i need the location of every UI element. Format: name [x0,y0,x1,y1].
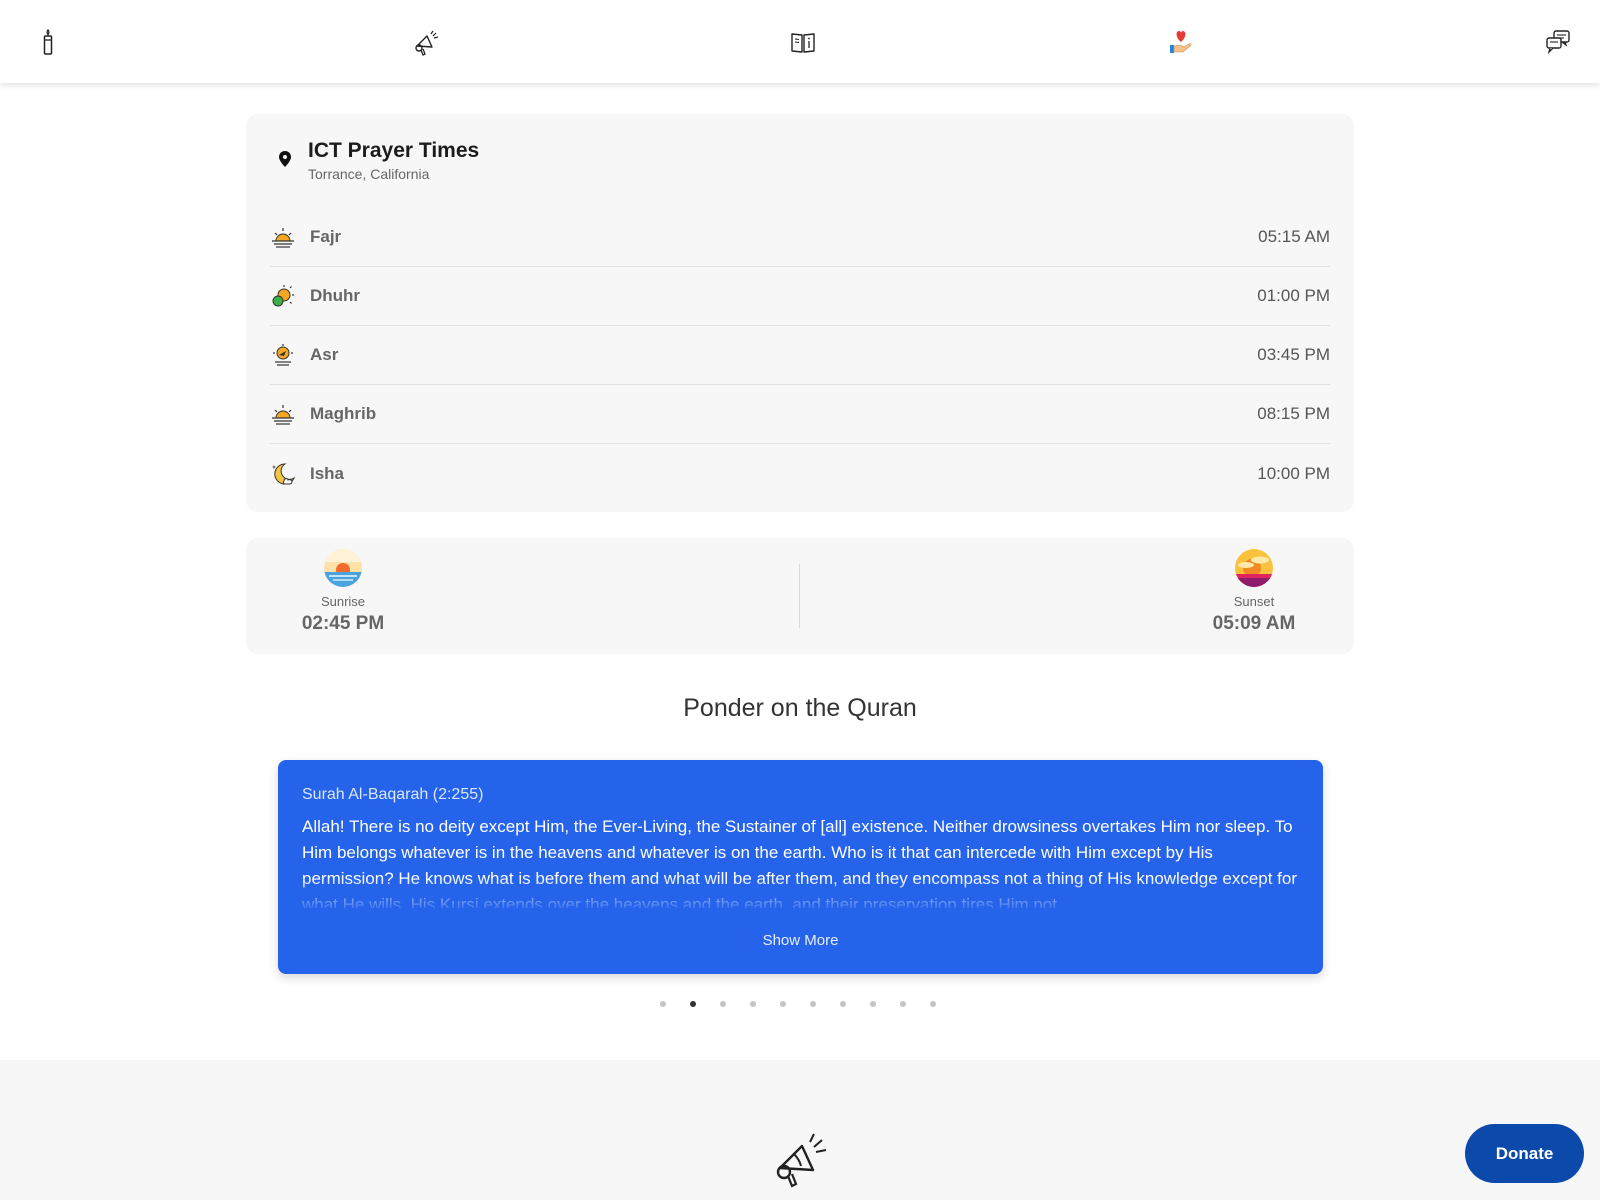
prayer-time: 08:15 PM [1257,404,1330,423]
prayer-card-title: ICT Prayer Times [308,139,480,162]
night-moon-icon [272,462,296,484]
verse-reference: Surah Al-Baqarah (2:255) [302,786,484,803]
nav-donate-button[interactable] [1165,26,1197,58]
sunset-block: Sunset 05:09 AM [1194,548,1314,635]
nav-messages-button[interactable] [1542,26,1574,58]
donate-button[interactable]: Donate [1465,1124,1584,1183]
sun-divider [799,564,800,628]
sunrise-time: 02:45 PM [301,613,385,634]
sunset-icon [272,405,294,425]
nav-learning-button[interactable] [787,26,819,58]
prayer-row-isha: Isha 10:00 PM [270,444,1330,503]
prayer-row-asr: Asr 03:45 PM [270,326,1330,385]
prayer-time: 10:00 PM [1257,463,1330,483]
carousel-dot[interactable] [660,1001,666,1007]
carousel-dot[interactable] [780,1001,786,1007]
sunset-label: Sunset [1233,594,1275,609]
location-pin-icon [279,151,291,167]
candle-icon [43,28,53,55]
prayer-times-card: ICT Prayer Times Torrance, California Fa… [246,114,1354,512]
afternoon-sun-icon [273,344,293,366]
sunset-image-icon [1235,549,1273,587]
sunrise-label: Sunrise [320,594,366,609]
megaphone-icon [776,1133,827,1188]
charity-heart-icon [1169,30,1191,53]
prayer-list: Fajr 05:15 AM Dhuhr 01:00 PM Asr 03:45 P… [270,208,1330,503]
carousel-dot[interactable] [930,1001,936,1007]
sunset-time: 05:09 AM [1212,613,1296,634]
carousel-dot[interactable] [870,1001,876,1007]
prayer-time: 01:00 PM [1257,286,1330,305]
megaphone-icon [414,30,438,56]
prayer-row-maghrib: Maghrib 08:15 PM [270,385,1330,444]
carousel-dot-active[interactable] [690,1001,696,1007]
midday-sun-icon [272,285,294,307]
prayer-name: Asr [310,345,339,364]
prayer-name: Dhuhr [310,286,361,305]
carousel-dots [660,1001,936,1007]
prayer-time: 03:45 PM [1257,345,1330,364]
top-nav [0,0,1600,83]
prayer-row-dhuhr: Dhuhr 01:00 PM [270,267,1330,326]
nav-announcements-button[interactable] [410,26,442,58]
sunrise-block: Sunrise 02:45 PM [283,548,403,635]
carousel-dot[interactable] [840,1001,846,1007]
book-icon [791,32,815,53]
verse-card: Surah Al-Baqarah (2:255) Allah! There is… [278,760,1323,974]
sunrise-sunset-card: Sunrise 02:45 PM Sunset 05:09 AM [246,538,1354,654]
prayer-time: 05:15 AM [1258,227,1330,246]
prayer-card-location: Torrance, California [308,166,430,182]
prayer-name: Maghrib [310,404,377,423]
quran-section-title: Ponder on the Quran [683,694,917,722]
prayer-name: Fajr [310,227,342,246]
dawn-icon [272,228,294,248]
verse-text: Allah! There is no deity except Him, the… [302,817,1298,908]
show-more-button[interactable]: Show More [278,932,1323,949]
sunrise-image-icon [324,549,362,587]
carousel-dot[interactable] [720,1001,726,1007]
carousel-dot[interactable] [810,1001,816,1007]
chat-bubbles-icon [1546,29,1570,54]
prayer-row-fajr: Fajr 05:15 AM [270,208,1330,267]
prayer-name: Isha [310,463,345,483]
nav-candle-button[interactable] [32,26,64,58]
carousel-dot[interactable] [750,1001,756,1007]
carousel-dot[interactable] [900,1001,906,1007]
prayer-card-header: ICT Prayer Times Torrance, California [276,138,1330,182]
